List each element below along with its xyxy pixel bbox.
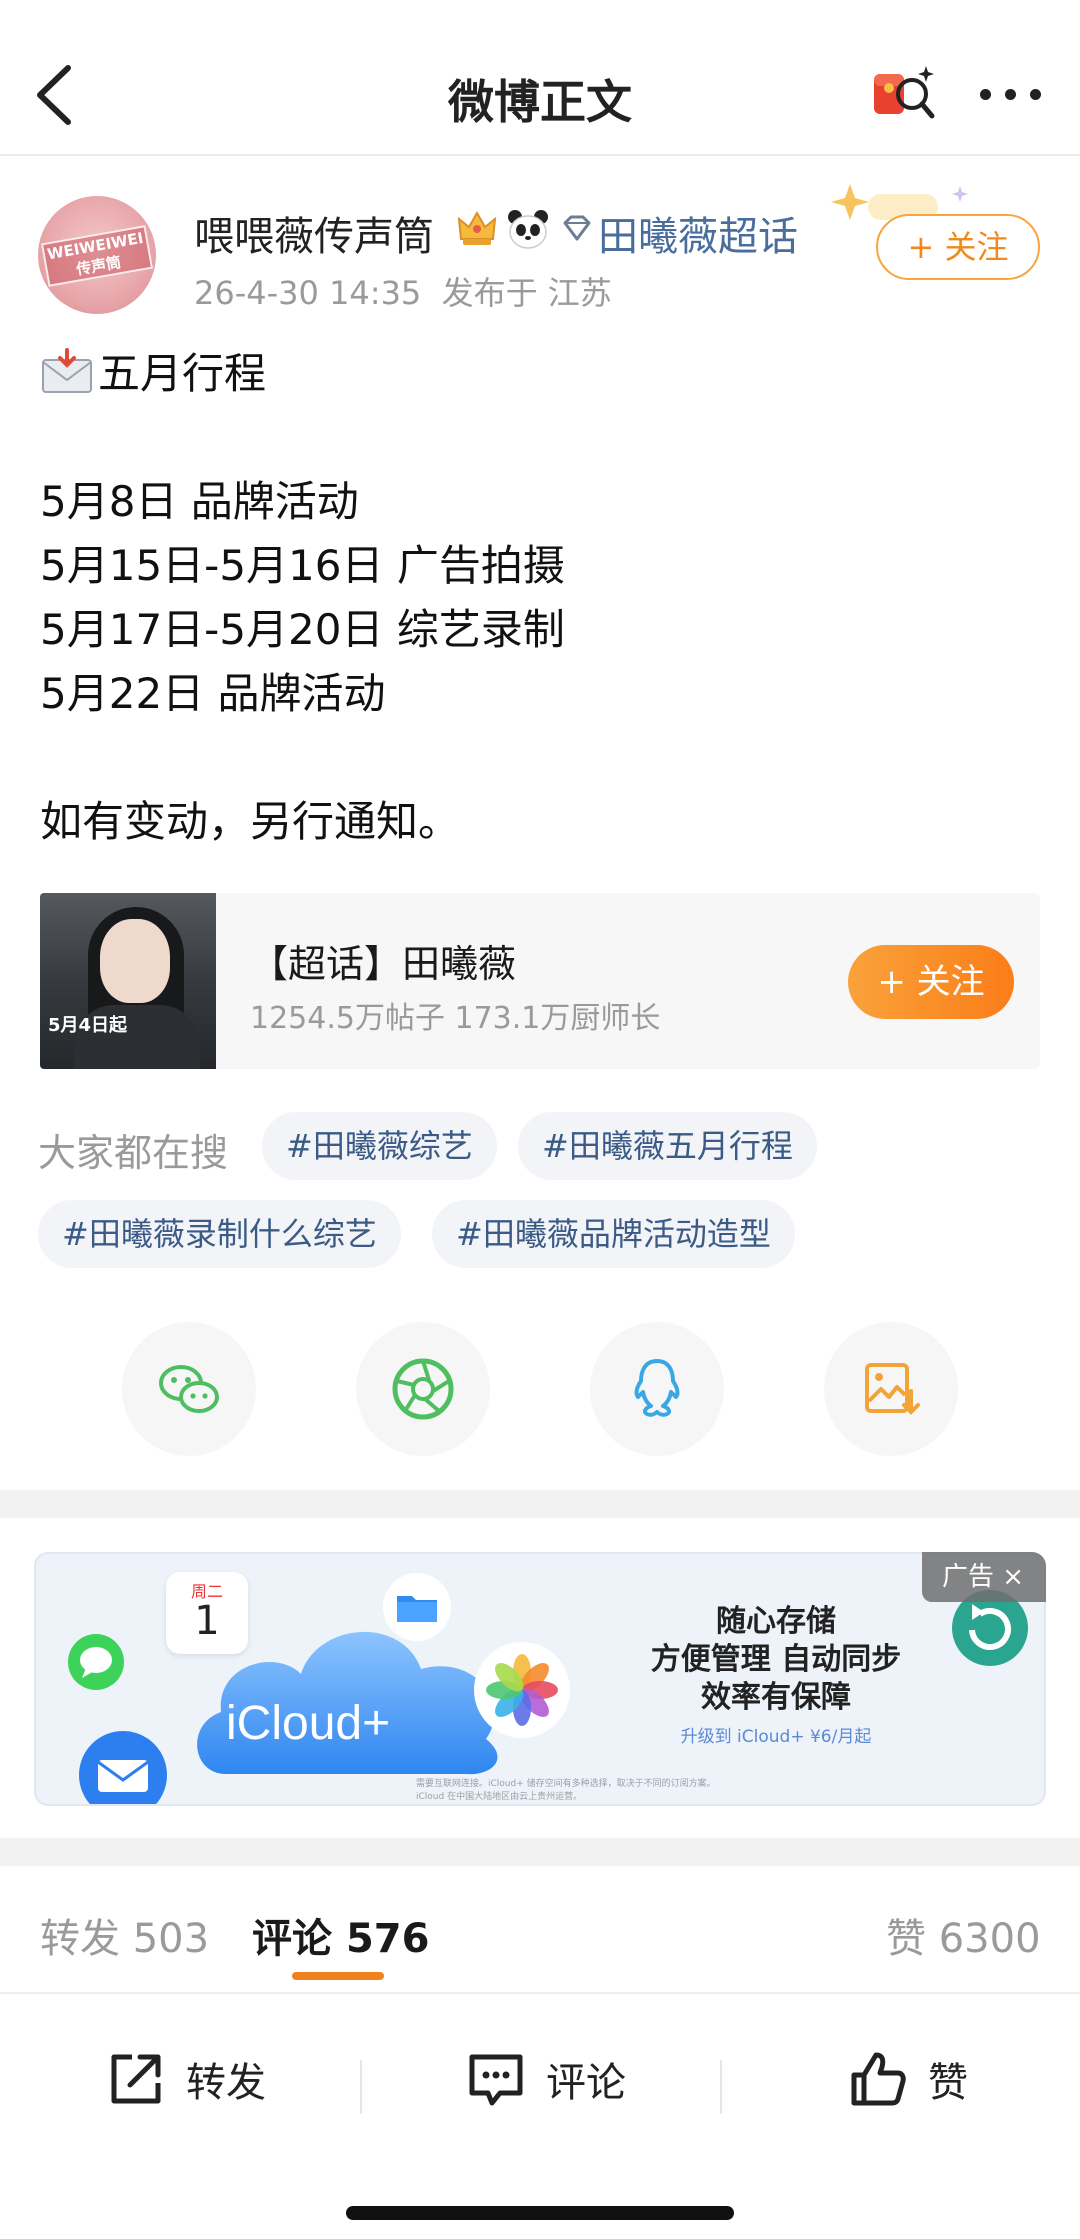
comment-label: 评论 [546, 2060, 626, 2106]
section-separator [0, 1838, 1080, 1866]
repost-label: 转发 [186, 2060, 266, 2106]
poster-date-text: 5月4日起 [48, 1015, 128, 1036]
panda-badge-icon [508, 210, 548, 249]
messages-app-icon [68, 1634, 124, 1690]
supertopic-card[interactable]: 5月4日起 【超话】田曦薇 1254.5万帖子 173.1万厨师长 + 关注 [40, 893, 1040, 1069]
supertopic-link[interactable]: 田曦薇超话 [598, 204, 798, 262]
ad-fine-print: 需要互联网连接。iCloud+ 储存空间有多种选择，取决于不同的订阅方案。iCl… [416, 1779, 716, 1802]
post-timestamp: 26-4-30 14:35 [194, 274, 422, 312]
bottom-action-bar: 转发 评论 赞 [0, 1992, 1080, 2239]
tab-likes[interactable]: 赞 6300 [886, 1906, 1041, 1964]
red-packet-search-icon[interactable] [868, 60, 940, 132]
search-tag[interactable]: #田曦薇五月行程 [518, 1112, 817, 1180]
ad-brand: iCloud+ [226, 1697, 391, 1750]
search-tag[interactable]: #田曦薇品牌活动造型 [432, 1200, 795, 1268]
avatar[interactable]: WEIWEIWEI 传声筒 [38, 196, 156, 314]
qq-icon [634, 1359, 680, 1417]
schedule-line: 5月15日-5月16日 广告拍摄 [40, 541, 565, 590]
post-closing: 如有变动，另行通知。 [40, 797, 461, 846]
section-separator [0, 1490, 1080, 1518]
share-qq-button[interactable] [590, 1322, 724, 1456]
more-options-icon[interactable] [976, 74, 1046, 114]
mail-app-icon [79, 1731, 167, 1804]
search-tag[interactable]: #田曦薇综艺 [262, 1112, 497, 1180]
comment-button[interactable]: 评论 [464, 2044, 626, 2114]
comment-icon [469, 2054, 523, 2106]
share-wechat-button[interactable] [122, 1322, 256, 1456]
trending-search-label: 大家都在搜 [38, 1131, 229, 1175]
ad-subline: 升级到 iCloud+ ¥6/月起 [680, 1727, 872, 1747]
photos-app-icon [474, 1642, 570, 1738]
ad-headline-3: 效率有保障 [701, 1680, 851, 1715]
schedule-line: 5月22日 品牌活动 [40, 669, 386, 718]
search-tag[interactable]: #田曦薇录制什么综艺 [38, 1200, 401, 1268]
thumbs-up-icon [851, 2052, 906, 2106]
save-image-icon [865, 1363, 920, 1415]
supertopic-title: 【超话】田曦薇 [250, 942, 517, 986]
post-heading: 五月行程 [98, 349, 267, 398]
active-tab-indicator [292, 1972, 384, 1980]
post-heading-line: 五月行程 [40, 342, 1040, 406]
author-name[interactable]: 喂喂薇传声筒 [194, 204, 434, 262]
like-button[interactable]: 赞 [846, 2044, 968, 2114]
avatar-logo-text: WEIWEIWEI 传声筒 [40, 225, 154, 287]
diamond-badge-icon [563, 215, 591, 241]
crown-badge-icon [457, 210, 497, 245]
repost-icon [111, 2054, 161, 2104]
home-indicator[interactable] [346, 2206, 734, 2220]
nav-bar: 微博正文 [0, 0, 1080, 156]
follow-supertopic-button[interactable]: + 关注 [848, 945, 1014, 1019]
post-location: 发布于 江苏 [441, 274, 612, 312]
supertopic-thumbnail: 5月4日起 [40, 893, 216, 1069]
schedule-line: 5月17日-5月20日 综艺录制 [40, 605, 565, 654]
author-badges [455, 206, 597, 252]
share-moments-button[interactable] [356, 1322, 490, 1456]
follow-author-button[interactable]: + 关注 [876, 214, 1040, 280]
post-body: 五月行程 5月8日 品牌活动 5月15日-5月16日 广告拍摄 5月17日-5月… [40, 342, 1040, 854]
post-meta: 26-4-30 14:35 发布于 江苏 [194, 268, 612, 314]
save-image-button[interactable] [824, 1322, 958, 1456]
ad-close-badge[interactable]: 广告 × [922, 1552, 1046, 1602]
repost-button[interactable]: 转发 [104, 2044, 266, 2114]
tab-reposts[interactable]: 转发 503 [40, 1906, 209, 1964]
inbox-envelope-icon [42, 348, 92, 393]
supertopic-stats: 1254.5万帖子 173.1万厨师长 [250, 1001, 661, 1036]
calendar-app-icon: 周二 1 [166, 1572, 248, 1654]
files-app-icon [383, 1573, 451, 1641]
tab-comments[interactable]: 评论 576 [252, 1906, 429, 1964]
ad-banner[interactable]: iCloud+ 周二 1 随心存储 方便管理 自动同步 效率有保障 升级到 iC… [34, 1552, 1046, 1806]
like-label: 赞 [928, 2060, 968, 2106]
moments-icon [392, 1358, 454, 1420]
schedule-line: 5月8日 品牌活动 [40, 477, 359, 526]
wechat-icon [159, 1365, 219, 1413]
